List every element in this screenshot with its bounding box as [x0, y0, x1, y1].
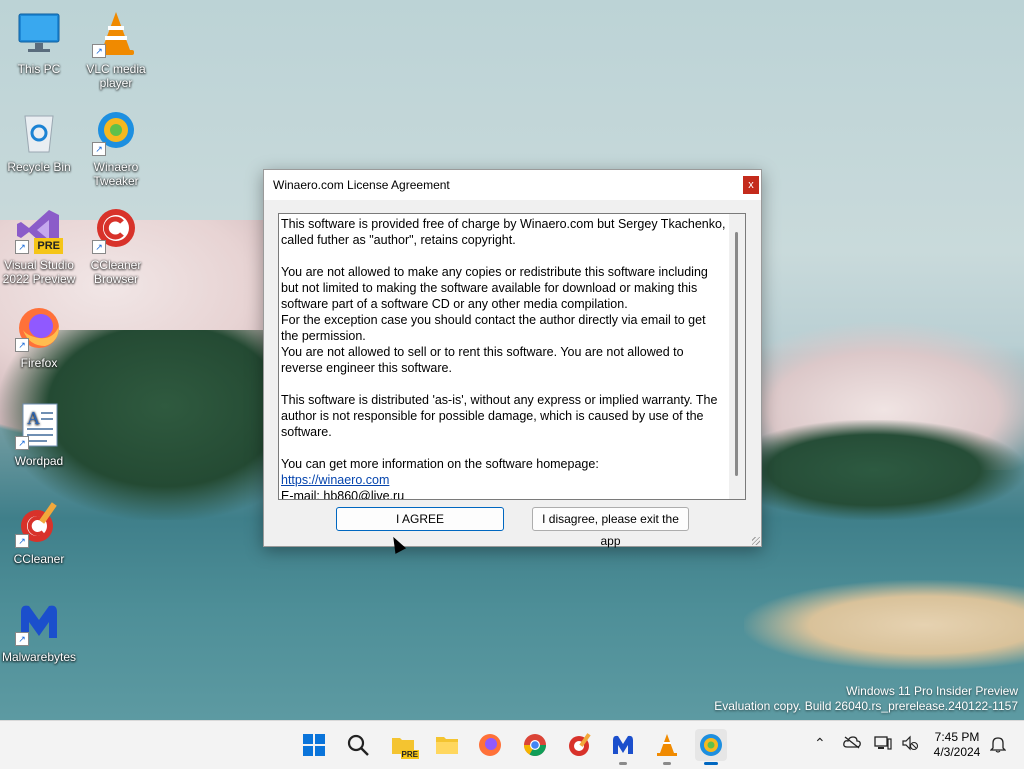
desktop-icon-recycle-bin[interactable]: Recycle Bin — [1, 108, 77, 174]
resize-grip-icon[interactable] — [752, 537, 760, 545]
close-icon: x — [748, 179, 754, 191]
network-icon[interactable] — [874, 735, 892, 754]
desktop-icon-label: Wordpad — [14, 454, 64, 468]
desktop-icon-winaero-tweaker[interactable]: ↗ Winaero Tweaker — [78, 108, 154, 188]
desktop-icon-this-pc[interactable]: This PC — [1, 10, 77, 76]
onedrive-icon[interactable] — [843, 735, 861, 752]
license-text-box[interactable]: This software is provided free of charge… — [278, 213, 746, 500]
shortcut-arrow-icon: ↗ — [15, 534, 29, 548]
taskbar-app-winaero-tweaker[interactable] — [695, 729, 727, 765]
shortcut-arrow-icon: ↗ — [92, 44, 106, 58]
scrollbar-thumb[interactable] — [735, 232, 738, 476]
system-clock[interactable]: 7:45 PM 4/3/2024 — [928, 730, 986, 760]
pre-badge: PRE — [34, 238, 63, 254]
clock-date: 4/3/2024 — [933, 745, 981, 759]
wallpaper-shore — [744, 580, 1024, 670]
desktop-icon-wordpad[interactable]: A ↗ Wordpad — [1, 402, 77, 468]
malwarebytes-icon — [613, 735, 633, 754]
folder-icon — [436, 737, 458, 754]
taskbar-app-ccleaner[interactable] — [564, 729, 596, 761]
shortcut-arrow-icon: ↗ — [15, 240, 29, 254]
firefox-icon: ↗ — [15, 304, 63, 352]
desktop-icon-label: CCleaner Browser — [90, 258, 142, 286]
svg-text:A: A — [27, 408, 40, 428]
taskbar-app-chrome[interactable] — [519, 729, 551, 761]
windows-watermark: Windows 11 Pro Insider Preview Evaluatio… — [714, 684, 1018, 714]
taskbar-app-file-explorer[interactable] — [431, 729, 463, 761]
pre-badge: PRE — [400, 750, 419, 759]
malwarebytes-icon: ↗ — [15, 598, 63, 646]
email-line: E-mail: hb860@live.ru — [281, 489, 405, 500]
license-paragraph: This software is distributed 'as-is', wi… — [281, 393, 721, 439]
taskbar: PRE ⌃ 7:45 PM 4/3/2024 — [0, 720, 1024, 769]
ccleaner-browser-icon: ↗ — [92, 206, 140, 254]
shortcut-arrow-icon: ↗ — [92, 142, 106, 156]
desktop-icon-label: This PC — [17, 62, 61, 76]
chrome-icon — [524, 734, 546, 756]
running-indicator — [663, 762, 671, 765]
firefox-icon — [479, 734, 501, 756]
search-button[interactable] — [342, 729, 374, 761]
desktop-icon-visual-studio[interactable]: ↗ PRE Visual Studio 2022 Preview — [1, 206, 77, 286]
winaero-tweaker-icon — [700, 734, 722, 756]
desktop-icon-label: VLC media player — [86, 62, 146, 90]
dialog-title-bar[interactable]: Winaero.com License Agreement x — [264, 170, 761, 200]
desktop-icon-label: Visual Studio 2022 Preview — [2, 258, 76, 286]
shortcut-arrow-icon: ↗ — [15, 436, 29, 450]
desktop-icon-vlc[interactable]: ↗ VLC media player — [78, 10, 154, 90]
start-button[interactable] — [298, 729, 330, 761]
notification-bell-icon[interactable] — [989, 735, 1007, 756]
taskbar-app-file-explorer-canary[interactable]: PRE — [387, 729, 419, 761]
disagree-button[interactable]: I disagree, please exit the app — [532, 507, 689, 548]
wordpad-icon: A ↗ — [15, 402, 63, 450]
visual-studio-icon: ↗ PRE — [15, 206, 63, 254]
ccleaner-icon: ↗ — [15, 500, 63, 548]
running-indicator — [619, 762, 627, 765]
taskbar-app-firefox[interactable] — [474, 729, 506, 761]
watermark-line-2: Evaluation copy. Build 26040.rs_prerelea… — [714, 699, 1018, 713]
wallpaper-trees-right — [724, 420, 1024, 520]
agree-button[interactable]: I AGREE — [336, 507, 504, 531]
homepage-link[interactable]: https://winaero.com — [281, 473, 389, 487]
desktop-icon-ccleaner[interactable]: ↗ CCleaner — [1, 500, 77, 566]
vlc-icon — [657, 734, 677, 756]
dialog-title: Winaero.com License Agreement — [273, 178, 450, 192]
vlc-icon: ↗ — [92, 10, 140, 58]
this-pc-icon — [15, 10, 63, 58]
search-icon — [347, 734, 369, 756]
taskbar-app-vlc[interactable] — [651, 729, 683, 765]
shortcut-arrow-icon: ↗ — [15, 338, 29, 352]
volume-muted-icon[interactable] — [901, 735, 919, 754]
shortcut-arrow-icon: ↗ — [92, 240, 106, 254]
license-paragraph: You can get more information on the soft… — [281, 457, 599, 471]
license-dialog: Winaero.com License Agreement x This sof… — [263, 169, 762, 548]
windows-logo-icon — [303, 734, 325, 756]
desktop-icon-ccleaner-browser[interactable]: ↗ CCleaner Browser — [78, 206, 154, 286]
close-button[interactable]: x — [743, 176, 759, 194]
desktop-icon-label: Malwarebytes — [1, 650, 77, 664]
desktop-icon-label: Firefox — [20, 356, 58, 370]
shortcut-arrow-icon: ↗ — [15, 632, 29, 646]
recycle-bin-icon — [15, 108, 63, 156]
watermark-line-1: Windows 11 Pro Insider Preview — [846, 684, 1018, 698]
running-indicator — [704, 762, 718, 765]
desktop-icon-label: Recycle Bin — [7, 160, 71, 174]
license-paragraph: This software is provided free of charge… — [281, 217, 729, 247]
winaero-tweaker-icon: ↗ — [92, 108, 140, 156]
desktop-icon-malwarebytes[interactable]: ↗ Malwarebytes — [1, 598, 77, 664]
desktop-icon-firefox[interactable]: ↗ Firefox — [1, 304, 77, 370]
license-paragraph: You are not allowed to make any copies o… — [281, 265, 708, 375]
taskbar-app-malwarebytes[interactable] — [607, 729, 639, 765]
chevron-up-icon[interactable]: ⌃ — [814, 735, 826, 752]
desktop-icon-label: Winaero Tweaker — [93, 160, 139, 188]
license-text: This software is provided free of charge… — [281, 216, 729, 500]
clock-time: 7:45 PM — [934, 730, 980, 744]
desktop-icon-label: CCleaner — [13, 552, 65, 566]
ccleaner-icon — [569, 733, 591, 756]
vertical-scrollbar[interactable] — [729, 214, 745, 499]
